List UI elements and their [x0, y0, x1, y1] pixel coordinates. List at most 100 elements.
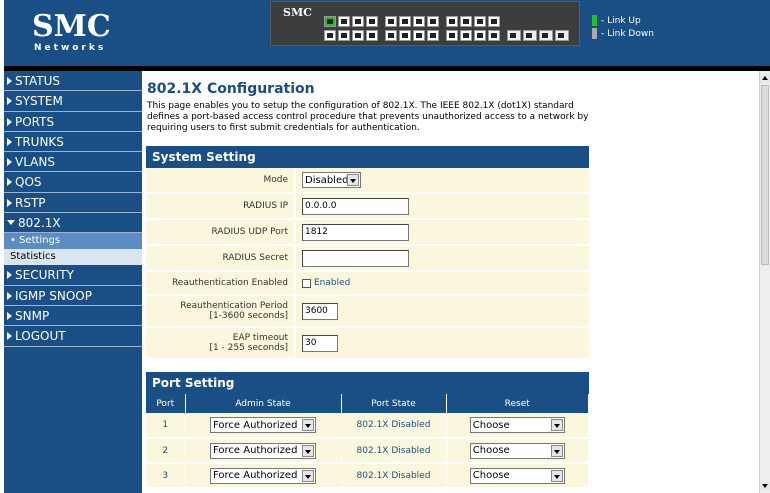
nav-item-igmp-snoop[interactable]: IGMP SNOOP [4, 286, 142, 306]
device-brand: SMC [283, 6, 312, 19]
nav-item-logout[interactable]: LOGOUT [4, 326, 142, 347]
reauth-period-input[interactable]: 3600 [302, 302, 338, 320]
main-content: 802.1X Configuration This page enables y… [142, 71, 759, 493]
port-led-icon [366, 16, 378, 27]
nav-item-security[interactable]: SECURITY [4, 265, 142, 286]
port-led-icon [324, 30, 336, 41]
admin-state-value: Force Authorized [213, 470, 298, 481]
reauth-period-range: [1-3600 seconds] [209, 311, 288, 321]
reauth-enabled-row: Reauthentication Enabled Enabled [146, 272, 589, 296]
nav-label: SNMP [15, 308, 50, 323]
reauth-period-label-group: Reauthentication Period [1-3600 seconds] [146, 296, 296, 326]
triangle-down-icon [7, 220, 15, 226]
link-legend: - Link Up - Link Down [592, 14, 654, 40]
sfp-port-icon [507, 30, 521, 41]
port-setting-header: Port Setting [146, 372, 589, 394]
radius-secret-row: RADIUS Secret [146, 246, 589, 272]
nav-item-system[interactable]: SYSTEM [4, 91, 142, 112]
admin-state-select[interactable]: Force Authorized [210, 442, 316, 459]
port-led-icon [460, 30, 472, 41]
nav-item-802-1x[interactable]: 802.1X [4, 213, 142, 234]
sub-item-statistics[interactable]: Statistics [4, 249, 142, 265]
header-bar: SMC Networks SMC - Link Up - Link Down [4, 0, 770, 68]
admin-state-select[interactable]: Force Authorized [210, 417, 316, 433]
eap-timeout-row: EAP timeout [1 - 255 seconds] 30 [146, 328, 589, 360]
dropdown-arrow-icon [550, 419, 563, 431]
port-led-icon [488, 30, 500, 41]
radius-secret-input[interactable] [302, 249, 409, 267]
nav-item-vlans[interactable]: VLANS [4, 152, 142, 173]
admin-state-select[interactable]: Force Authorized [210, 467, 316, 484]
nav-label: STATUS [15, 74, 61, 88]
reauth-period-row: Reauthentication Period [1-3600 seconds]… [146, 296, 589, 328]
nav-label: 802.1X [18, 216, 61, 231]
port-led-icon [338, 30, 350, 41]
admin-state-value: Force Authorized [213, 419, 298, 431]
nav-item-rstp[interactable]: RSTP [4, 193, 142, 214]
nav-label: SECURITY [15, 268, 74, 283]
eap-timeout-range: [1 - 255 seconds] [209, 343, 288, 353]
triangle-right-icon [7, 271, 12, 280]
eap-timeout-label-group: EAP timeout [1 - 255 seconds] [146, 328, 296, 358]
port-led-icon [338, 16, 350, 27]
legend-link-down: - Link Down [592, 27, 654, 40]
radius-secret-label: RADIUS Secret [146, 246, 296, 270]
mode-row: Mode Disabled [146, 168, 589, 194]
nav-item-trunks[interactable]: TRUNKS [4, 132, 142, 153]
port-led-icon [446, 30, 458, 41]
port-led-icon [446, 16, 458, 27]
reset-select[interactable]: Choose [469, 442, 565, 459]
submenu-802-1x: • Settings Statistics [4, 233, 142, 266]
page-title: 802.1X Configuration [147, 81, 315, 97]
smc-logo: SMC [32, 9, 111, 44]
triangle-right-icon [7, 97, 12, 106]
port-led-icon [385, 16, 397, 27]
mode-select[interactable]: Disabled [302, 172, 361, 188]
port-led-icon [366, 30, 378, 41]
port-led-icon [413, 30, 425, 41]
nav-item-qos[interactable]: QOS [4, 172, 142, 193]
reauth-enabled-label: Reauthentication Enabled [146, 272, 296, 294]
nav-label: RSTP [15, 195, 46, 210]
nav-label: IGMP SNOOP [15, 288, 92, 303]
sub-item-settings[interactable]: • Settings [4, 233, 142, 250]
port-state: 802.1X Disabled [341, 438, 447, 464]
port-led-icon [324, 16, 336, 27]
nav-item-status[interactable]: STATUS [4, 71, 142, 92]
nav-item-snmp[interactable]: SNMP [4, 306, 142, 327]
scroll-thumb[interactable] [761, 85, 769, 265]
triangle-right-icon [7, 198, 12, 207]
port-state: 802.1X Disabled [341, 463, 447, 489]
nav-label: LOGOUT [15, 329, 66, 344]
link-down-swatch-icon [592, 28, 597, 39]
sfp-port-icon [555, 30, 569, 41]
radius-ip-input[interactable]: 0.0.0.0 [302, 197, 409, 215]
ports-row-top [324, 16, 502, 27]
scroll-down-icon[interactable] [760, 481, 770, 491]
reauth-period-label: Reauthentication Period [180, 301, 288, 311]
app-root: SMC Networks SMC - Link Up - Link Down S… [0, 0, 770, 493]
scroll-up-icon[interactable] [760, 73, 770, 83]
reauth-enabled-checkbox[interactable] [302, 278, 311, 288]
port-led-icon [488, 16, 500, 27]
nav-item-ports[interactable]: PORTS [4, 112, 142, 132]
dropdown-arrow-icon [550, 444, 563, 457]
port-led-icon [399, 30, 411, 41]
port-led-icon [413, 16, 425, 27]
port-setting-panel: Port Setting Port Admin State Port State… [146, 372, 589, 489]
reauth-enabled-checkbox-label: Enabled [314, 278, 351, 288]
table-row: 1 Force Authorized 802.1X Disabled Choos… [146, 413, 589, 439]
link-up-swatch-icon [592, 15, 597, 26]
port-led-icon [352, 16, 364, 27]
triangle-right-icon [7, 311, 12, 320]
eap-timeout-input[interactable]: 30 [302, 334, 338, 352]
radius-udp-port-row: RADIUS UDP Port 1812 [146, 220, 589, 246]
vertical-scrollbar[interactable] [759, 71, 770, 493]
table-row: 2 Force Authorized 802.1X Disabled Choos… [146, 438, 589, 464]
port-number: 2 [146, 438, 186, 464]
reset-select[interactable]: Choose [469, 467, 565, 484]
mode-label: Mode [146, 168, 296, 192]
reset-select[interactable]: Choose [469, 417, 565, 433]
radius-udp-port-label: RADIUS UDP Port [146, 220, 296, 244]
radius-udp-port-input[interactable]: 1812 [302, 223, 409, 241]
